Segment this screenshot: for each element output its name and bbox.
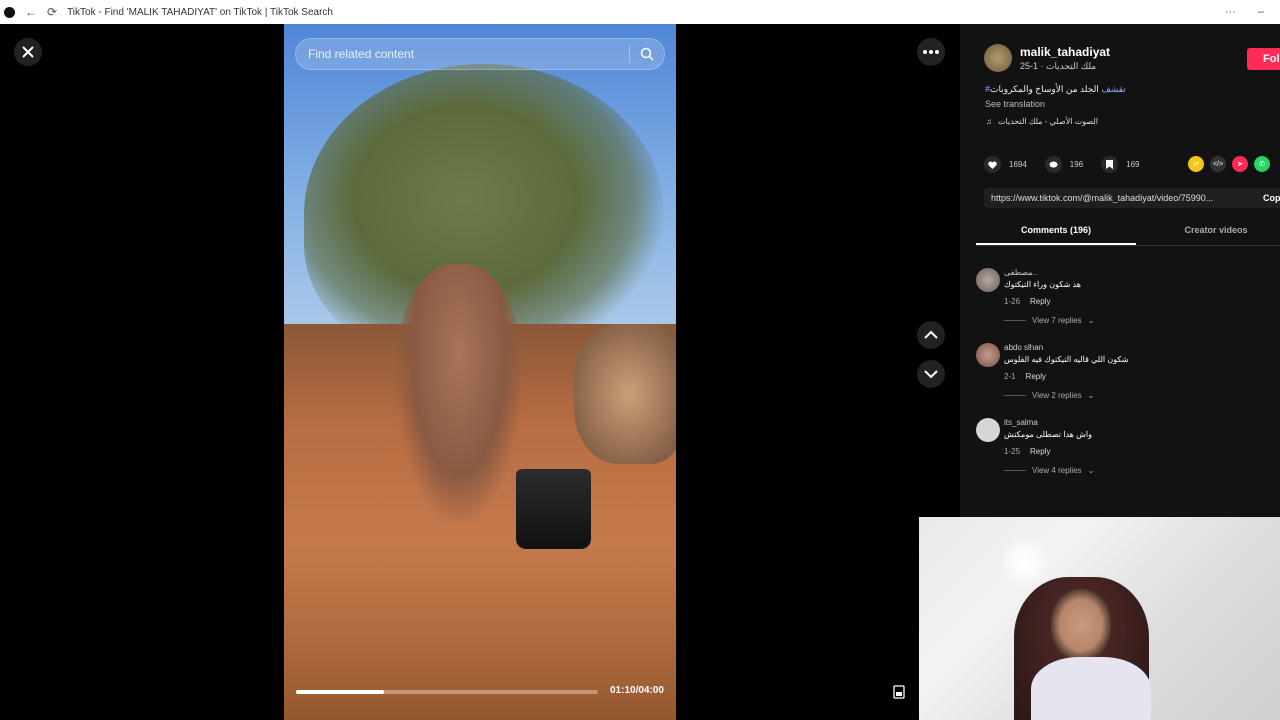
previous-video-button[interactable]	[917, 321, 945, 349]
reply-button[interactable]: Reply	[1030, 447, 1050, 456]
ring-light	[999, 537, 1049, 587]
whatsapp-icon[interactable]: ✆	[1254, 156, 1270, 172]
video-player[interactable]: Find related content 01:10/04:00	[284, 24, 676, 720]
browser-tab-title: TikTok - Find 'MALIK TAHADIYAT' on TikTo…	[67, 6, 333, 18]
comment-date: 1-25	[1004, 447, 1021, 456]
tab-comments[interactable]: Comments (196)	[976, 220, 1136, 245]
list-item: abdo slhan شكون اللي قاليه التيكتوك فيه …	[976, 343, 1280, 381]
comment-text: شكون اللي قاليه التيكتوك فيه الفلوس	[1004, 355, 1129, 364]
minimize-icon[interactable]: –	[1258, 6, 1264, 18]
share-icons: ⇄ </> ➤ ✆	[1188, 156, 1270, 172]
tab-creator-videos[interactable]: Creator videos	[1136, 220, 1280, 245]
panel-tabs: Comments (196) Creator videos	[976, 220, 1280, 246]
view-replies-button[interactable]: View 7 replies ⌄	[1004, 316, 1280, 325]
follow-button[interactable]: Fol	[1247, 48, 1280, 70]
tiktok-favicon-icon	[4, 6, 15, 18]
more-options-button[interactable]	[917, 38, 945, 66]
comment-count: 196	[1069, 160, 1084, 169]
author-avatar[interactable]	[984, 44, 1012, 72]
browser-titlebar: ← ⟳ TikTok - Find 'MALIK TAHADIYAT' on T…	[0, 0, 1280, 24]
view-replies-button[interactable]: View 2 replies ⌄	[1004, 391, 1280, 400]
chevron-down-icon: ⌄	[1087, 316, 1095, 325]
comment-text: هد شكون وراء التيكتوك	[1004, 280, 1081, 289]
video-time: 01:10/04:00	[610, 685, 664, 696]
pip-icon	[893, 685, 905, 699]
embed-icon[interactable]: </>	[1210, 156, 1226, 172]
bookmark-icon	[1101, 156, 1119, 173]
chevron-down-icon: ⌄	[1087, 391, 1095, 400]
view-replies-label: View 4 replies	[1032, 466, 1082, 475]
close-button[interactable]	[14, 38, 42, 66]
reply-button[interactable]: Reply	[1026, 372, 1046, 381]
video-progress-fill	[296, 690, 384, 694]
chevron-down-icon	[924, 370, 938, 379]
avatar[interactable]	[976, 418, 1000, 442]
webcam-overlay	[919, 517, 1280, 720]
divider	[1004, 470, 1026, 471]
like-stat[interactable]: 1694	[984, 156, 1027, 173]
music-title: الصوت الأصلي - ملك التحديات	[998, 117, 1099, 126]
description-text: الجلد من الأوساخ والمكروبات	[990, 84, 1099, 94]
comment-bubble-icon	[1044, 156, 1062, 173]
search-icon[interactable]	[630, 47, 664, 61]
video-progress-bar[interactable]	[296, 690, 598, 694]
comment-list: مصطفى.. هد شكون وراء التيكتوك 1-26 Reply…	[976, 268, 1280, 493]
picture-in-picture-button[interactable]	[889, 682, 909, 702]
copy-link-button[interactable]: Copy	[1263, 193, 1280, 203]
avatar[interactable]	[976, 268, 1000, 292]
comment-author[interactable]: مصطفى..	[1004, 268, 1081, 277]
engagement-stats: 1694 196 169	[984, 156, 1140, 173]
heart-icon	[984, 156, 1001, 173]
browser-menu-icon[interactable]: ···	[1225, 6, 1236, 18]
avatar[interactable]	[976, 343, 1000, 367]
video-stage: Find related content 01:10/04:00	[0, 24, 960, 720]
comment-date: 1-26	[1004, 297, 1021, 306]
divider	[1004, 320, 1026, 321]
author-subtitle: ملك التحديات · 1-25	[1020, 60, 1097, 71]
presenter-head	[1051, 589, 1111, 661]
author-info[interactable]: malik_tahadiyat ملك التحديات · 1-25	[984, 44, 1110, 72]
reply-button[interactable]: Reply	[1030, 297, 1050, 306]
search-input[interactable]: Find related content	[296, 47, 629, 61]
comment-text: واش هدا تصطلى مومكتش	[1004, 430, 1092, 439]
view-replies-button[interactable]: View 4 replies ⌄	[1004, 466, 1280, 475]
related-content-search[interactable]: Find related content	[295, 38, 665, 70]
back-icon[interactable]: ←	[25, 5, 37, 19]
video-frame-person	[394, 264, 524, 524]
comment-author[interactable]: its_salma	[1004, 418, 1092, 427]
music-link[interactable]: ♫ الصوت الأصلي - ملك التحديات	[986, 117, 1098, 126]
video-frame-rock	[574, 324, 676, 464]
repost-icon[interactable]: ⇄	[1188, 156, 1204, 172]
close-icon	[22, 46, 34, 58]
comment-author[interactable]: abdo slhan	[1004, 343, 1128, 352]
list-item: its_salma واش هدا تصطلى مومكتش 1-25 Repl…	[976, 418, 1280, 456]
presenter-body	[1031, 657, 1151, 720]
save-stat[interactable]: 169	[1101, 156, 1140, 173]
view-replies-label: View 7 replies	[1032, 316, 1082, 325]
see-translation-link[interactable]: See translation	[985, 99, 1045, 109]
reload-icon[interactable]: ⟳	[47, 5, 57, 19]
list-item: مصطفى.. هد شكون وراء التيكتوك 1-26 Reply	[976, 268, 1280, 306]
divider	[1004, 395, 1026, 396]
comment-date: 2-1	[1004, 372, 1016, 381]
save-count: 169	[1126, 160, 1140, 169]
like-count: 1694	[1009, 160, 1027, 169]
video-frame-bucket	[516, 469, 591, 549]
send-icon[interactable]: ➤	[1232, 156, 1248, 172]
more-icon	[923, 50, 939, 54]
next-video-button[interactable]	[917, 360, 945, 388]
author-username[interactable]: malik_tahadiyat	[1020, 45, 1110, 59]
comment-stat[interactable]: 196	[1044, 156, 1084, 173]
share-url[interactable]: https://www.tiktok.com/@malik_tahadiyat/…	[991, 193, 1255, 203]
share-link-box: https://www.tiktok.com/@malik_tahadiyat/…	[984, 188, 1280, 208]
view-replies-label: View 2 replies	[1032, 391, 1082, 400]
chevron-up-icon	[924, 330, 938, 339]
music-note-icon: ♫	[986, 117, 992, 126]
post-description: #تقشف الجلد من الأوساخ والمكروبات	[985, 84, 1128, 95]
chevron-down-icon: ⌄	[1087, 466, 1095, 475]
